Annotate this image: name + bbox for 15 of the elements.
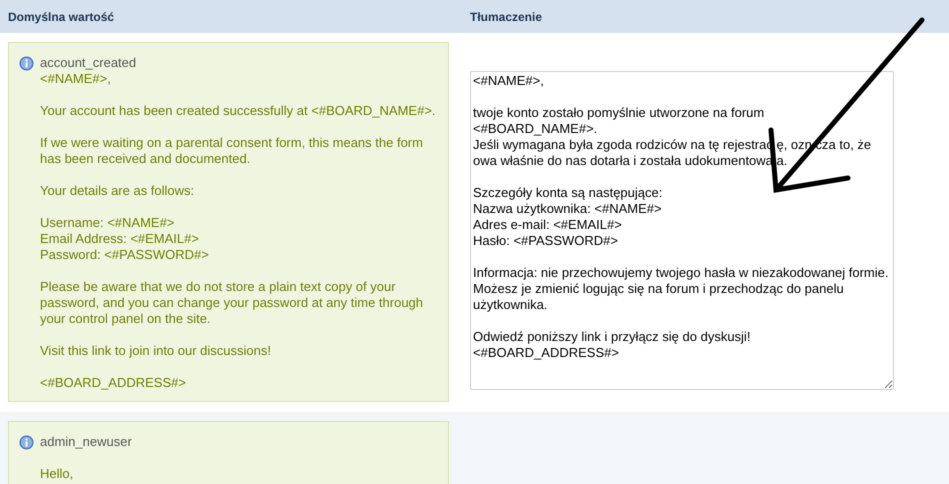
default-text: Hello, (40, 466, 74, 482)
default-text: Please be aware that we do not store a plain text copy of your password, and you can change your password at any time through your control panel on the site. (40, 279, 424, 327)
string-key: admin_newuser (40, 434, 132, 450)
default-text: Your account has been created successfully at <#BOARD_NAME#>. (40, 103, 437, 119)
default-text: <#NAME#>, (40, 71, 112, 87)
column-header: Domyślna wartość (7, 10, 116, 24)
default-text: If we were waiting on a parental consent form, this means the form has been received and documented. (40, 135, 424, 167)
default-text: <#BOARD_ADDRESS#> (40, 375, 187, 391)
string-key: account_created (40, 55, 440, 71)
info-icon (19, 435, 34, 450)
info-icon (19, 56, 34, 71)
default-text: Username: <#NAME#> Email Address: <#EMAIL#> Password: <#PASSWORD#> (40, 215, 210, 263)
default-text: Your details are as follows: (40, 183, 196, 199)
column-header: Tłumaczenie (469, 10, 544, 24)
default-text: Visit this link to join into our discussions! (40, 343, 272, 359)
